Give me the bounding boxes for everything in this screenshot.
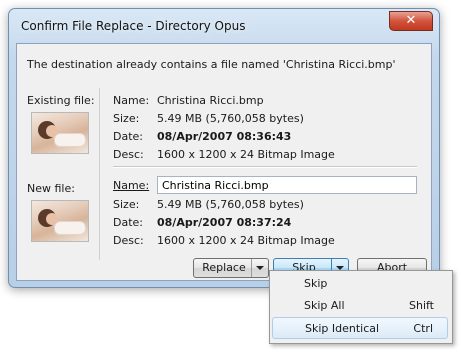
- menu-item-skip-identical[interactable]: Skip Identical Ctrl: [272, 317, 448, 339]
- new-name-input[interactable]: [157, 176, 417, 194]
- dialog-body: The destination already contains a file …: [16, 43, 432, 281]
- title-bar[interactable]: Confirm File Replace - Directory Opus ✕: [9, 9, 439, 39]
- new-date-value: 08/Apr/2007 08:37:24: [157, 216, 292, 229]
- replace-dropdown-toggle[interactable]: [251, 259, 268, 277]
- replace-message: The destination already contains a file …: [27, 58, 396, 71]
- replace-button[interactable]: Replace: [193, 258, 269, 278]
- existing-file-label: Existing file:: [27, 94, 95, 107]
- existing-desc-label: Desc:: [113, 148, 144, 161]
- menu-item-label: Skip All: [304, 299, 345, 312]
- existing-name-label: Name:: [113, 94, 150, 107]
- window-title: Confirm File Replace - Directory Opus: [21, 19, 246, 33]
- existing-size-value: 5.49 MB (5,760,058 bytes): [157, 112, 304, 125]
- chevron-down-icon: [256, 266, 264, 270]
- replace-button-label: Replace: [202, 261, 246, 274]
- existing-name-value: Christina Ricci.bmp: [157, 94, 264, 107]
- horizontal-divider: [113, 166, 417, 167]
- new-name-label: Name:: [113, 179, 150, 192]
- new-desc-label: Desc:: [113, 234, 144, 247]
- existing-date-value: 08/Apr/2007 08:36:43: [157, 130, 292, 143]
- new-size-label: Size:: [113, 198, 140, 211]
- menu-item-shortcut: Shift: [408, 299, 434, 312]
- new-desc-value: 1600 x 1200 x 24 Bitmap Image: [157, 234, 335, 247]
- menu-item-skip[interactable]: Skip: [272, 273, 448, 295]
- close-icon: ✕: [405, 13, 417, 28]
- vertical-divider: [99, 88, 100, 260]
- new-file-label: New file:: [27, 182, 75, 195]
- skip-dropdown-menu: Skip Skip All Shift Skip Identical Ctrl: [269, 270, 453, 344]
- existing-date-label: Date:: [113, 130, 143, 143]
- new-file-thumbnail: [31, 200, 89, 242]
- existing-size-label: Size:: [113, 112, 140, 125]
- new-date-label: Date:: [113, 216, 143, 229]
- menu-item-shortcut: Ctrl: [413, 322, 433, 335]
- menu-item-label: Skip Identical: [305, 322, 380, 335]
- existing-desc-value: 1600 x 1200 x 24 Bitmap Image: [157, 148, 335, 161]
- menu-item-skip-all[interactable]: Skip All Shift: [272, 295, 448, 317]
- menu-item-label: Skip: [304, 277, 328, 290]
- existing-file-thumbnail: [31, 112, 89, 154]
- dialog-window: Confirm File Replace - Directory Opus ✕ …: [8, 8, 440, 288]
- close-button[interactable]: ✕: [389, 11, 433, 31]
- new-size-value: 5.49 MB (5,760,058 bytes): [157, 198, 304, 211]
